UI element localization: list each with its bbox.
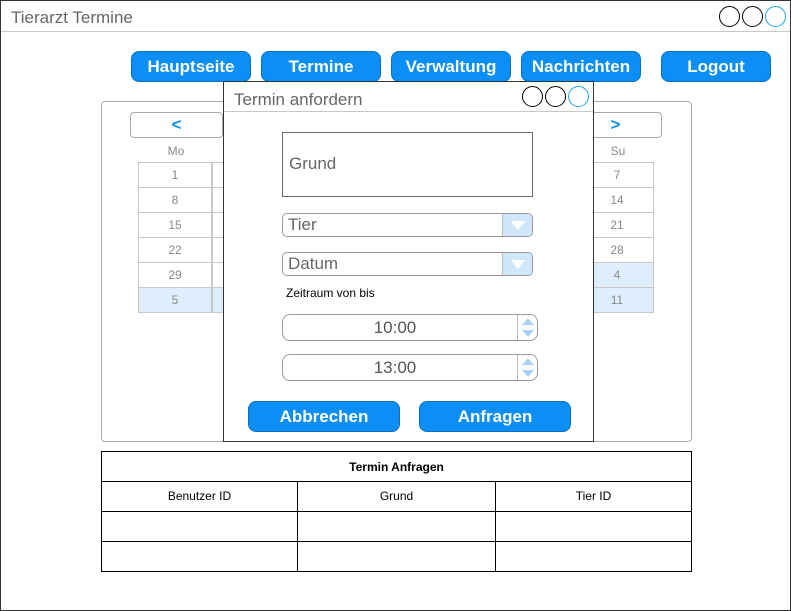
dialog-window-controls: [522, 86, 589, 107]
time-from-stepper[interactable]: 10:00: [282, 314, 538, 341]
calendar-day[interactable]: 1: [138, 162, 212, 188]
stepper-buttons[interactable]: [517, 355, 537, 380]
table-cell: [102, 512, 298, 541]
time-to-stepper[interactable]: 13:00: [282, 354, 538, 381]
table-cell: [102, 542, 298, 571]
calendar-day[interactable]: 8: [138, 187, 212, 213]
table-header-row: Benutzer ID Grund Tier ID: [102, 482, 691, 512]
table-title: Termin Anfragen: [102, 452, 691, 482]
reason-textarea[interactable]: Grund: [282, 132, 533, 197]
window-title: Tierarzt Termine: [11, 8, 133, 27]
logout-button[interactable]: Logout: [661, 51, 771, 82]
requests-table: Termin Anfragen Benutzer ID Grund Tier I…: [101, 451, 692, 572]
calendar-day[interactable]: 22: [138, 237, 212, 263]
window-controls: [719, 6, 786, 27]
request-appointment-dialog: Termin anfordern Grund Tier Datum Zeitra…: [223, 81, 594, 442]
cancel-button[interactable]: Abbrechen: [248, 401, 400, 432]
title-bar: Tierarzt Termine: [1, 1, 790, 32]
arrow-up-icon[interactable]: [522, 358, 534, 365]
animal-select-value: Tier: [288, 215, 317, 234]
column-header: Benutzer ID: [102, 482, 298, 511]
minimize-button[interactable]: [719, 6, 740, 27]
table-cell: [496, 542, 691, 571]
calendar-day[interactable]: 15: [138, 212, 212, 238]
chevron-down-icon[interactable]: [502, 214, 532, 236]
column-header: Tier ID: [575, 489, 612, 503]
app-window: Tierarzt Termine Hauptseite Termine Verw…: [0, 0, 791, 611]
time-from-value: 10:00: [373, 318, 417, 337]
maximize-button[interactable]: [742, 6, 763, 27]
arrow-up-icon[interactable]: [522, 318, 534, 325]
time-range-label: Zeitraum von bis: [286, 286, 375, 300]
table-row[interactable]: [102, 512, 691, 542]
table-row[interactable]: [102, 542, 691, 572]
nav-messages-button[interactable]: Nachrichten: [521, 51, 641, 82]
arrow-down-icon[interactable]: [522, 330, 534, 337]
nav-management-button[interactable]: Verwaltung: [391, 51, 511, 82]
date-select[interactable]: Datum: [282, 252, 533, 276]
calendar-day[interactable]: 29: [138, 262, 212, 288]
stepper-buttons[interactable]: [517, 315, 537, 340]
dialog-close-button[interactable]: [568, 86, 589, 107]
nav-home-button[interactable]: Hauptseite: [131, 51, 251, 82]
column-header: Grund: [298, 482, 496, 511]
dialog-title-bar: Termin anfordern: [224, 82, 593, 112]
chevron-down-icon[interactable]: [502, 253, 532, 275]
weekday-mo: Mo: [167, 144, 185, 158]
dialog-minimize-button[interactable]: [522, 86, 543, 107]
calendar-prev-button[interactable]: <: [130, 112, 223, 138]
dialog-title: Termin anfordern: [234, 90, 363, 109]
arrow-down-icon[interactable]: [522, 370, 534, 377]
table-cell: [496, 512, 691, 541]
table-cell: [298, 512, 496, 541]
request-button[interactable]: Anfragen: [419, 401, 571, 432]
table-cell: [298, 542, 496, 571]
animal-select[interactable]: Tier: [282, 213, 533, 237]
time-to-value: 13:00: [373, 358, 417, 377]
nav-appointments-button[interactable]: Termine: [261, 51, 381, 82]
dialog-maximize-button[interactable]: [545, 86, 566, 107]
date-select-value: Datum: [288, 254, 339, 273]
calendar-day[interactable]: 5: [138, 287, 212, 313]
close-button[interactable]: [765, 6, 786, 27]
